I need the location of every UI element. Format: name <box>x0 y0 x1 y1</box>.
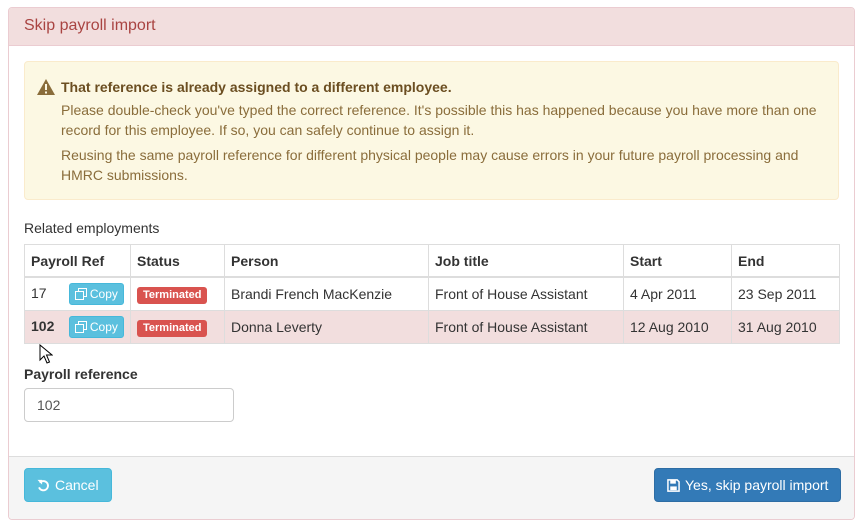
person-cell: Donna Leverty <box>224 310 429 344</box>
payroll-reference-label: Payroll reference <box>24 366 138 382</box>
skip-payroll-import-button[interactable]: Yes, skip payroll import <box>654 468 842 502</box>
alert-paragraph: Reusing the same payroll reference for d… <box>61 147 799 183</box>
copy-ref-button[interactable]: Copy <box>68 283 124 305</box>
related-employments-table: Payroll Ref Status Person Job title Star… <box>24 244 840 344</box>
alert-paragraph: Please double-check you've typed the cor… <box>61 102 817 138</box>
panel-title: Skip payroll import <box>9 8 854 46</box>
end-date-cell: 23 Sep 2011 <box>731 276 840 311</box>
undo-icon <box>37 479 49 491</box>
save-icon <box>667 478 680 492</box>
panel-body: That reference is already assigned to a … <box>9 46 854 437</box>
column-header-person: Person <box>224 244 429 278</box>
panel-footer: Cancel Yes, skip payroll import <box>9 456 854 519</box>
copy-icon <box>74 321 87 333</box>
table-header-row: Payroll Ref Status Person Job title Star… <box>24 244 840 278</box>
related-employments-label: Related employments <box>24 220 160 236</box>
status-badge: Terminated <box>137 286 208 304</box>
copy-icon <box>74 288 87 300</box>
payroll-reference-input[interactable] <box>24 388 234 422</box>
start-date-cell: 4 Apr 2011 <box>623 276 732 311</box>
column-header-payroll-ref: Payroll Ref <box>24 244 131 278</box>
cancel-label: Cancel <box>55 477 99 493</box>
alert-title: That reference is already assigned to a … <box>61 79 452 95</box>
column-header-end: End <box>731 244 840 278</box>
payroll-ref-cell: 102 Copy <box>24 310 131 344</box>
job-title-cell: Front of House Assistant <box>428 276 624 311</box>
skip-label: Yes, skip payroll import <box>685 477 829 493</box>
payroll-ref: 17 <box>31 284 47 301</box>
table-row: 17 Copy Terminated Brandi French MacKenz… <box>24 276 840 311</box>
status-cell: Terminated <box>130 310 225 344</box>
status-badge: Terminated <box>137 319 208 337</box>
payroll-ref: 102 <box>31 317 55 334</box>
copy-label: Copy <box>89 320 118 334</box>
cancel-button[interactable]: Cancel <box>24 468 112 502</box>
column-header-status: Status <box>130 244 225 278</box>
copy-label: Copy <box>89 287 118 301</box>
payroll-ref-cell: 17 Copy <box>24 276 131 311</box>
status-cell: Terminated <box>130 276 225 311</box>
skip-payroll-panel: Skip payroll import That reference is al… <box>8 7 855 520</box>
column-header-job-title: Job title <box>428 244 624 278</box>
mouse-cursor-icon <box>39 344 53 364</box>
warning-alert: That reference is already assigned to a … <box>24 61 839 200</box>
start-date-cell: 12 Aug 2010 <box>623 310 732 344</box>
end-date-cell: 31 Aug 2010 <box>731 310 840 344</box>
column-header-start: Start <box>623 244 732 278</box>
copy-ref-button[interactable]: Copy <box>68 316 124 338</box>
table-row: 102 Copy Terminated Donna Leverty Front … <box>24 310 840 344</box>
person-cell: Brandi French MacKenzie <box>224 276 429 311</box>
warning-icon <box>37 79 55 95</box>
job-title-cell: Front of House Assistant <box>428 310 624 344</box>
